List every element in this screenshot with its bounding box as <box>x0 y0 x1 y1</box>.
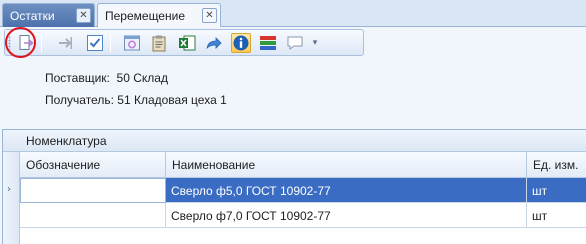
blue-arrow-icon[interactable] <box>204 33 224 53</box>
dropdown-arrow-icon[interactable]: ▾ <box>308 33 322 53</box>
supplier-label: Поставщик: <box>45 71 110 85</box>
checkmark-icon[interactable] <box>85 33 105 53</box>
tab-strip: Остатки ✕ Перемещение ✕ <box>0 0 586 28</box>
receiver-label: Получатель: <box>45 93 114 107</box>
receiver-value: 51 Кладовая цеха 1 <box>117 93 227 107</box>
forward-arrow-icon[interactable] <box>55 33 75 53</box>
toolbar-separator <box>41 34 42 52</box>
row-indicator-icon <box>7 210 17 222</box>
row-indicator-column <box>3 152 20 244</box>
close-icon[interactable]: ✕ <box>202 8 217 23</box>
highlight-circle <box>5 27 36 58</box>
tab-peremeschenie[interactable]: Перемещение ✕ <box>97 3 221 28</box>
tab-label: Остатки <box>10 8 55 23</box>
row-indicator-icon: › <box>7 184 11 195</box>
cell-designation[interactable] <box>20 203 166 228</box>
settings-dialog-icon[interactable] <box>122 33 142 53</box>
column-header-unit[interactable]: Ед. изм. <box>527 152 586 178</box>
column-header-name[interactable]: Наименование <box>166 152 527 178</box>
group-label: Номенклатура <box>26 134 107 148</box>
toolbar-separator <box>110 34 111 52</box>
tab-ostatki[interactable]: Остатки ✕ <box>2 3 95 27</box>
cell-unit[interactable]: шт <box>527 203 586 228</box>
cell-name[interactable]: Сверло ф5,0 ГОСТ 10902-77 <box>166 178 527 203</box>
cell-name[interactable]: Сверло ф7,0 ГОСТ 10902-77 <box>166 203 527 228</box>
excel-icon[interactable] <box>177 33 197 53</box>
supplier-info: Поставщик: 50 Склад <box>45 71 168 85</box>
receiver-info: Получатель: 51 Кладовая цеха 1 <box>45 93 227 107</box>
tab-label: Перемещение <box>105 9 185 23</box>
nomenclature-grid: Номенклатура Обозначение Наименование Ед… <box>2 129 586 244</box>
color-bars-icon[interactable] <box>258 33 278 53</box>
cell-designation[interactable] <box>20 178 166 203</box>
toolbar: ▾ <box>4 29 364 56</box>
column-header-designation[interactable]: Обозначение <box>20 152 166 178</box>
clipboard-icon[interactable] <box>149 33 169 53</box>
grid-group-header: Номенклатура <box>3 130 586 152</box>
document-panel: ▾ Поставщик: 50 Склад Получатель: 51 Кла… <box>0 27 586 244</box>
close-icon[interactable]: ✕ <box>76 8 91 23</box>
speech-bubble-icon[interactable] <box>285 33 305 53</box>
cell-unit[interactable]: шт <box>527 178 586 203</box>
supplier-value: 50 Склад <box>116 71 168 85</box>
info-icon[interactable] <box>231 33 251 53</box>
